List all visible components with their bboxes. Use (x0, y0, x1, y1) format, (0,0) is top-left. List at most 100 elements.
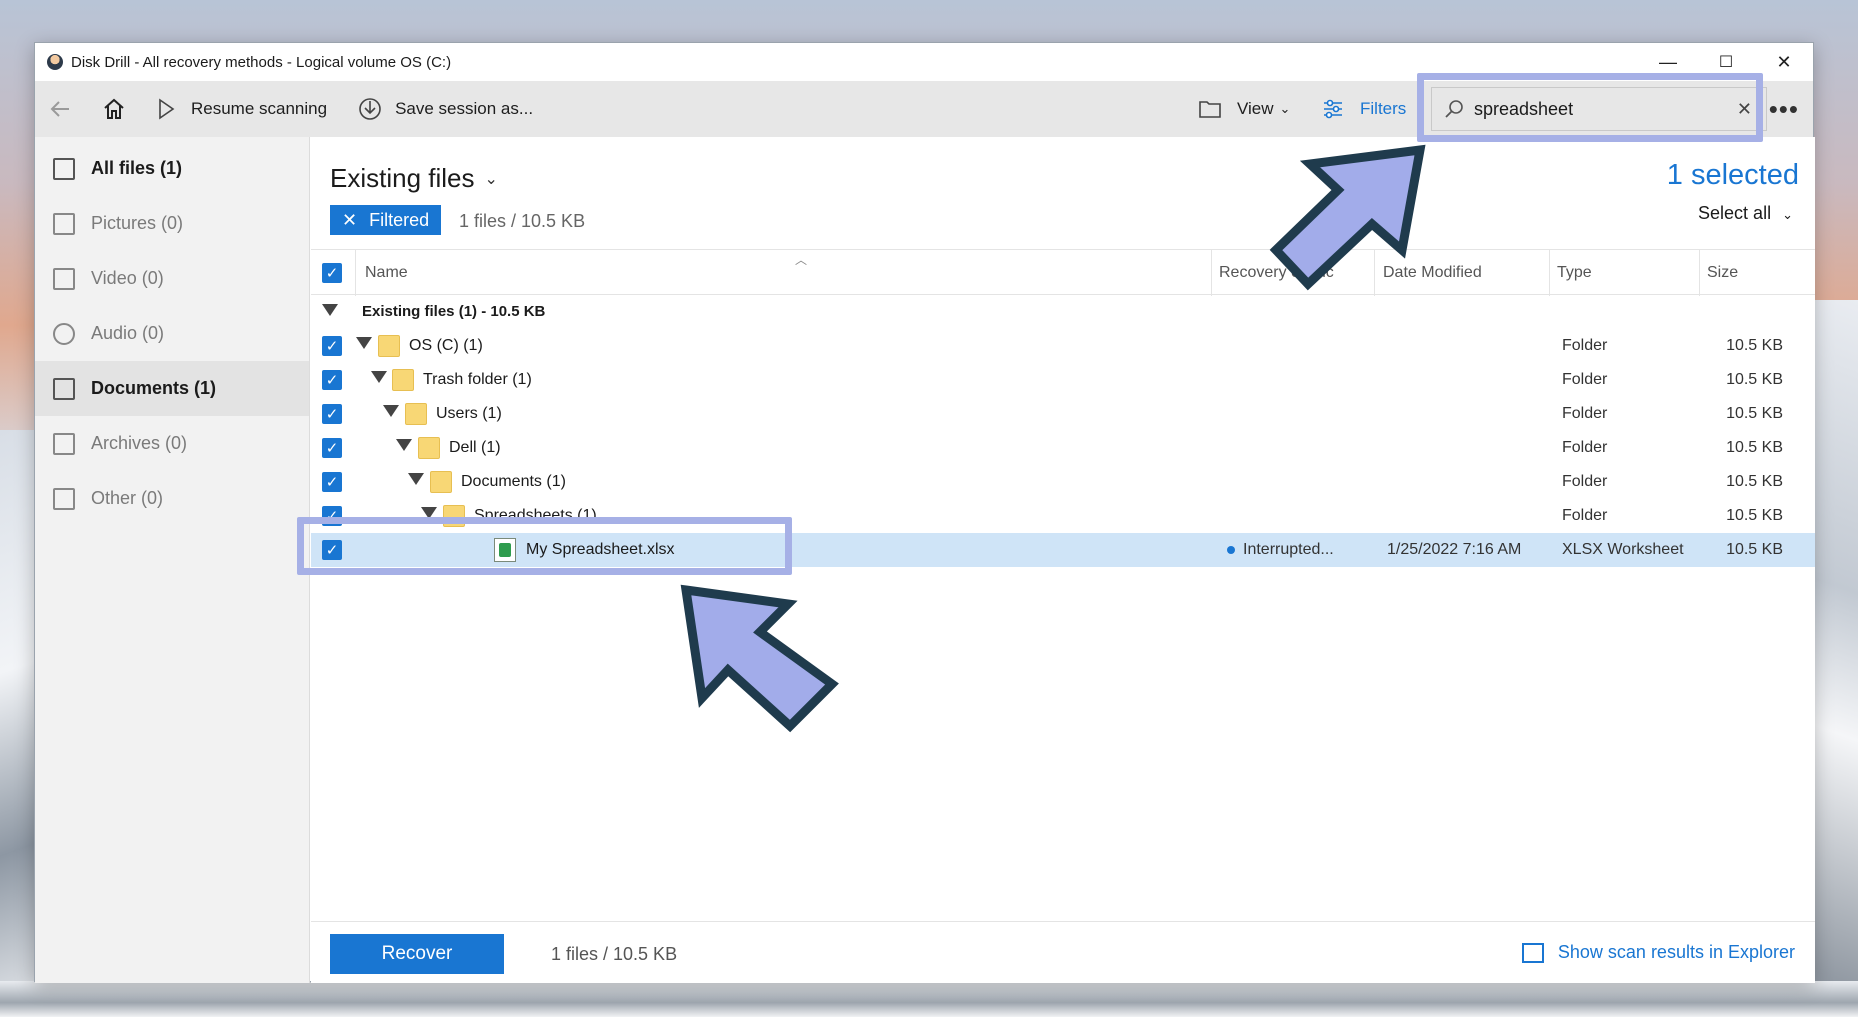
show-in-explorer-link[interactable]: Show scan results in Explorer (1521, 942, 1795, 963)
sidebar-item-label: Other (0) (91, 488, 164, 508)
maximize-button[interactable]: ☐ (1697, 43, 1755, 81)
pictures-icon (53, 212, 75, 235)
row-type: Folder (1562, 473, 1608, 490)
row-name: Dell (1) (449, 439, 501, 456)
column-divider[interactable] (1699, 250, 1700, 296)
resume-scanning-button[interactable]: Resume scanning (153, 81, 327, 137)
recovery-chance-value: Interrupted... (1243, 541, 1334, 558)
column-divider[interactable] (1549, 250, 1550, 296)
more-options-button[interactable]: ••• (1769, 81, 1799, 137)
table-row[interactable]: ✓ Spreadsheets (1) Folder 10.5 KB (311, 499, 1815, 533)
sidebar-item-label: Pictures (0) (91, 213, 184, 233)
table-row[interactable]: ✓ Dell (1) Folder 10.5 KB (311, 431, 1815, 465)
sliders-icon (1320, 96, 1346, 122)
filtered-chip[interactable]: ✕ Filtered (330, 205, 442, 235)
expand-triangle-icon[interactable] (408, 473, 424, 485)
column-divider (355, 250, 356, 296)
view-button[interactable]: View ⌄ (1197, 81, 1290, 137)
column-divider[interactable] (1211, 250, 1212, 296)
sidebar-item-pictures[interactable]: Pictures (0) (35, 196, 309, 251)
chevron-down-icon: ⌄ (1782, 207, 1793, 222)
column-header-size[interactable]: Size (1707, 250, 1738, 296)
save-session-label: Save session as... (395, 99, 534, 118)
row-name: My Spreadsheet.xlsx (526, 541, 675, 558)
close-button[interactable]: ✕ (1755, 43, 1813, 81)
column-header-date[interactable]: Date Modified (1383, 250, 1482, 296)
row-checkbox[interactable]: ✓ (322, 472, 342, 492)
row-type: Folder (1562, 337, 1608, 354)
disk-drill-app-icon (47, 54, 63, 70)
expand-triangle-icon[interactable] (356, 337, 372, 349)
row-checkbox[interactable]: ✓ (322, 370, 342, 390)
save-session-button[interactable]: Save session as... (357, 81, 533, 137)
row-size: 10.5 KB (1726, 371, 1783, 388)
expand-triangle-icon[interactable] (396, 439, 412, 451)
external-link-icon (1521, 942, 1544, 963)
row-name: Spreadsheets (1) (474, 507, 597, 524)
sidebar-item-archives[interactable]: Archives (0) (35, 416, 309, 471)
table-row[interactable]: ✓ OS (C) (1) Folder 10.5 KB (311, 329, 1815, 363)
status-dot-icon (1227, 546, 1235, 554)
collapse-triangle-icon[interactable] (322, 304, 338, 316)
home-button[interactable] (101, 81, 127, 137)
group-row[interactable]: Existing files (1) - 10.5 KB (311, 295, 1815, 329)
view-label: View (1237, 99, 1274, 118)
audio-icon (53, 322, 75, 345)
sidebar-item-other[interactable]: Other (0) (35, 471, 309, 526)
row-size: 10.5 KB (1726, 337, 1783, 354)
select-all-dropdown[interactable]: Select all ⌄ (1698, 203, 1793, 224)
sidebar-item-label: Archives (0) (91, 433, 188, 453)
row-name: OS (C) (1) (409, 337, 483, 354)
clear-search-icon[interactable]: ✕ (1737, 99, 1752, 120)
select-all-checkbox[interactable]: ✓ (322, 250, 342, 296)
row-size: 10.5 KB (1726, 541, 1783, 558)
row-checkbox[interactable]: ✓ (322, 540, 342, 560)
folder-icon (392, 369, 414, 391)
toolbar: Resume scanning Save session as... View … (35, 81, 1813, 137)
row-type: Folder (1562, 405, 1608, 422)
table-row[interactable]: ✓ Documents (1) Folder 10.5 KB (311, 465, 1815, 499)
column-header-name[interactable]: Name (365, 250, 408, 296)
column-divider[interactable] (1374, 250, 1375, 296)
sidebar-item-documents[interactable]: Documents (1) (35, 361, 309, 416)
table-row[interactable]: ✓ Trash folder (1) Folder 10.5 KB (311, 363, 1815, 397)
folder-icon (378, 335, 400, 357)
back-button[interactable] (47, 81, 73, 137)
selection-summary: 1 files / 10.5 KB (551, 944, 678, 964)
folder-view-icon (1197, 96, 1223, 122)
row-checkbox[interactable]: ✓ (322, 506, 342, 526)
sidebar-item-all-files[interactable]: All files (1) (35, 141, 309, 196)
row-type: XLSX Worksheet (1562, 541, 1684, 558)
filtered-label: Filtered (369, 209, 430, 230)
recover-button[interactable]: Recover (330, 934, 504, 974)
folder-icon (405, 403, 427, 425)
sidebar-item-audio[interactable]: Audio (0) (35, 306, 309, 361)
search-icon (1444, 99, 1464, 119)
row-checkbox[interactable]: ✓ (322, 438, 342, 458)
row-type: Folder (1562, 439, 1608, 456)
filters-button[interactable]: Filters (1320, 81, 1406, 137)
folder-icon (418, 437, 440, 459)
chevron-down-icon: ⌄ (1279, 101, 1291, 116)
table-row[interactable]: ✓ Users (1) Folder 10.5 KB (311, 397, 1815, 431)
folder-icon (443, 505, 465, 527)
sidebar-item-video[interactable]: Video (0) (35, 251, 309, 306)
page-title: Existing files (330, 163, 475, 193)
show-in-explorer-label: Show scan results in Explorer (1557, 942, 1795, 962)
table-row-file[interactable]: ✓ My Spreadsheet.xlsx Interrupted... 1/2… (311, 533, 1815, 567)
minimize-button[interactable]: — (1639, 43, 1697, 81)
row-size: 10.5 KB (1726, 405, 1783, 422)
back-arrow-icon (47, 96, 73, 122)
expand-triangle-icon[interactable] (421, 507, 437, 519)
expand-triangle-icon[interactable] (371, 371, 387, 383)
results-view-dropdown[interactable]: Existing files ⌄ (330, 163, 498, 194)
column-header-recovery[interactable]: Recovery chanc (1219, 250, 1334, 296)
expand-triangle-icon[interactable] (383, 405, 399, 417)
sidebar-item-label: Audio (0) (91, 323, 165, 343)
row-checkbox[interactable]: ✓ (322, 336, 342, 356)
column-header-type[interactable]: Type (1557, 250, 1592, 296)
search-input[interactable]: spreadsheet ✕ (1431, 87, 1767, 131)
results-summary: 1 files / 10.5 KB (459, 211, 586, 231)
title-bar: Disk Drill - All recovery methods - Logi… (35, 43, 1813, 81)
row-checkbox[interactable]: ✓ (322, 404, 342, 424)
